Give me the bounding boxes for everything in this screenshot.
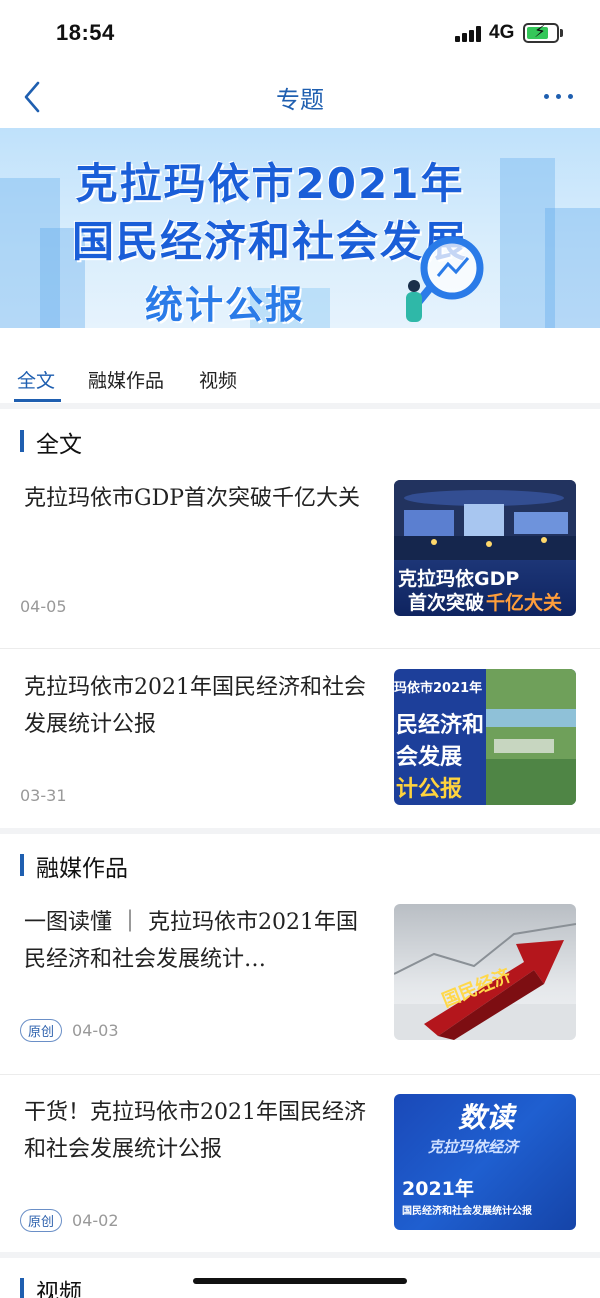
banner-title-line-2: 国民经济和社会发展 xyxy=(71,217,468,266)
section-divider xyxy=(0,828,600,834)
article-meta: 04-05 xyxy=(20,594,67,618)
thumbnail-caption-line-2b: 千亿大关 xyxy=(486,592,563,614)
article-thumbnail: 国民经济 xyxy=(394,904,576,1040)
section-title: 全文 xyxy=(36,432,82,458)
thumbnail-caption-desc: 国民经济和社会发展统计公报 xyxy=(402,1206,532,1217)
tab-fulltext[interactable]: 全文 xyxy=(17,366,55,393)
thumbnail-caption-year: 2021年 xyxy=(402,1178,474,1200)
thumbnail-caption-line-2: 会发展 xyxy=(396,745,463,770)
section-marker xyxy=(20,854,24,876)
status-bar: 18:54 4G ⚡ xyxy=(0,0,600,66)
section-divider xyxy=(0,403,600,409)
article-meta: 原创 04-03 xyxy=(20,1018,119,1042)
banner-title-line-3: 统计公报 xyxy=(144,283,305,327)
article-item[interactable]: 一图读懂 ｜ 克拉玛依市2021年国民经济和社会发展统计… 原创 04-03 国… xyxy=(0,904,600,1094)
article-date: 04-03 xyxy=(72,1020,119,1040)
article-date: 03-31 xyxy=(20,785,67,805)
article-thumbnail: 玛依市2021年 民经济和 会发展 计公报 xyxy=(394,669,576,805)
more-options-button[interactable] xyxy=(538,84,578,108)
city-night-illustration-icon xyxy=(394,480,576,560)
section-marker xyxy=(20,1278,24,1298)
article-thumbnail: 克拉玛依GDP 首次突破 千亿大关 xyxy=(394,480,576,616)
thumbnail-caption-line-2a: 首次突破 xyxy=(408,592,485,614)
article-item[interactable]: 克拉玛依市GDP首次突破千亿大关 04-05 克拉玛依GDP 首次突破 千亿大关 xyxy=(0,480,600,670)
tab-bar: 全文 融媒作品 视频 xyxy=(0,350,600,404)
article-title: 克拉玛依市GDP首次突破千亿大关 xyxy=(24,486,361,511)
section-marker xyxy=(20,430,24,452)
article-title: 一图读懂 ｜ 克拉玛依市2021年国民经济和社会发展统计… xyxy=(24,910,358,972)
magnifier-illustration-icon xyxy=(406,236,484,322)
article-date: 04-05 xyxy=(20,596,67,616)
active-tab-indicator xyxy=(14,399,61,402)
article-thumbnail: 数读 克拉玛依经济 2021年 国民经济和社会发展统计公报 xyxy=(394,1094,576,1230)
article-date: 04-02 xyxy=(72,1210,119,1230)
thumbnail-caption-line-1: 克拉玛依GDP xyxy=(398,568,520,590)
cellular-signal-icon xyxy=(455,26,483,42)
thumbnail-caption-line-3: 计公报 xyxy=(396,777,463,802)
article-title: 干货！克拉玛依市2021年国民经济和社会发展统计公报 xyxy=(24,1100,366,1162)
tab-media-works[interactable]: 融媒作品 xyxy=(88,366,164,393)
battery-icon: ⚡ xyxy=(523,22,559,43)
tab-video[interactable]: 视频 xyxy=(199,366,237,393)
home-indicator[interactable] xyxy=(193,1278,407,1284)
thumbnail-caption-big: 数读 xyxy=(458,1101,515,1134)
original-badge: 原创 xyxy=(20,1018,63,1042)
original-badge: 原创 xyxy=(20,1208,63,1232)
article-meta: 03-31 xyxy=(20,783,67,807)
list-divider xyxy=(0,1074,600,1075)
nav-bar: 专题 xyxy=(0,66,600,128)
battery-cap xyxy=(560,29,563,37)
page-title: 专题 xyxy=(276,86,324,114)
thumbnail-caption-line-1: 民经济和 xyxy=(396,713,485,738)
section-title: 融媒作品 xyxy=(36,856,128,882)
network-type: 4G xyxy=(489,22,515,43)
section-divider xyxy=(0,1252,600,1258)
list-divider xyxy=(0,648,600,649)
thumbnail-caption-top: 玛依市2021年 xyxy=(394,681,483,696)
article-meta: 原创 04-02 xyxy=(20,1208,119,1232)
status-time: 18:54 xyxy=(56,20,115,45)
topic-banner[interactable]: 克拉玛依市2021年 国民经济和社会发展 统计公报 xyxy=(0,128,600,328)
section-title: 视频 xyxy=(36,1280,82,1298)
banner-title-line-1: 克拉玛依市2021年 xyxy=(75,159,465,208)
article-title: 克拉玛依市2021年国民经济和社会发展统计公报 xyxy=(24,675,366,737)
thumbnail-caption-sub: 克拉玛依经济 xyxy=(428,1138,519,1156)
